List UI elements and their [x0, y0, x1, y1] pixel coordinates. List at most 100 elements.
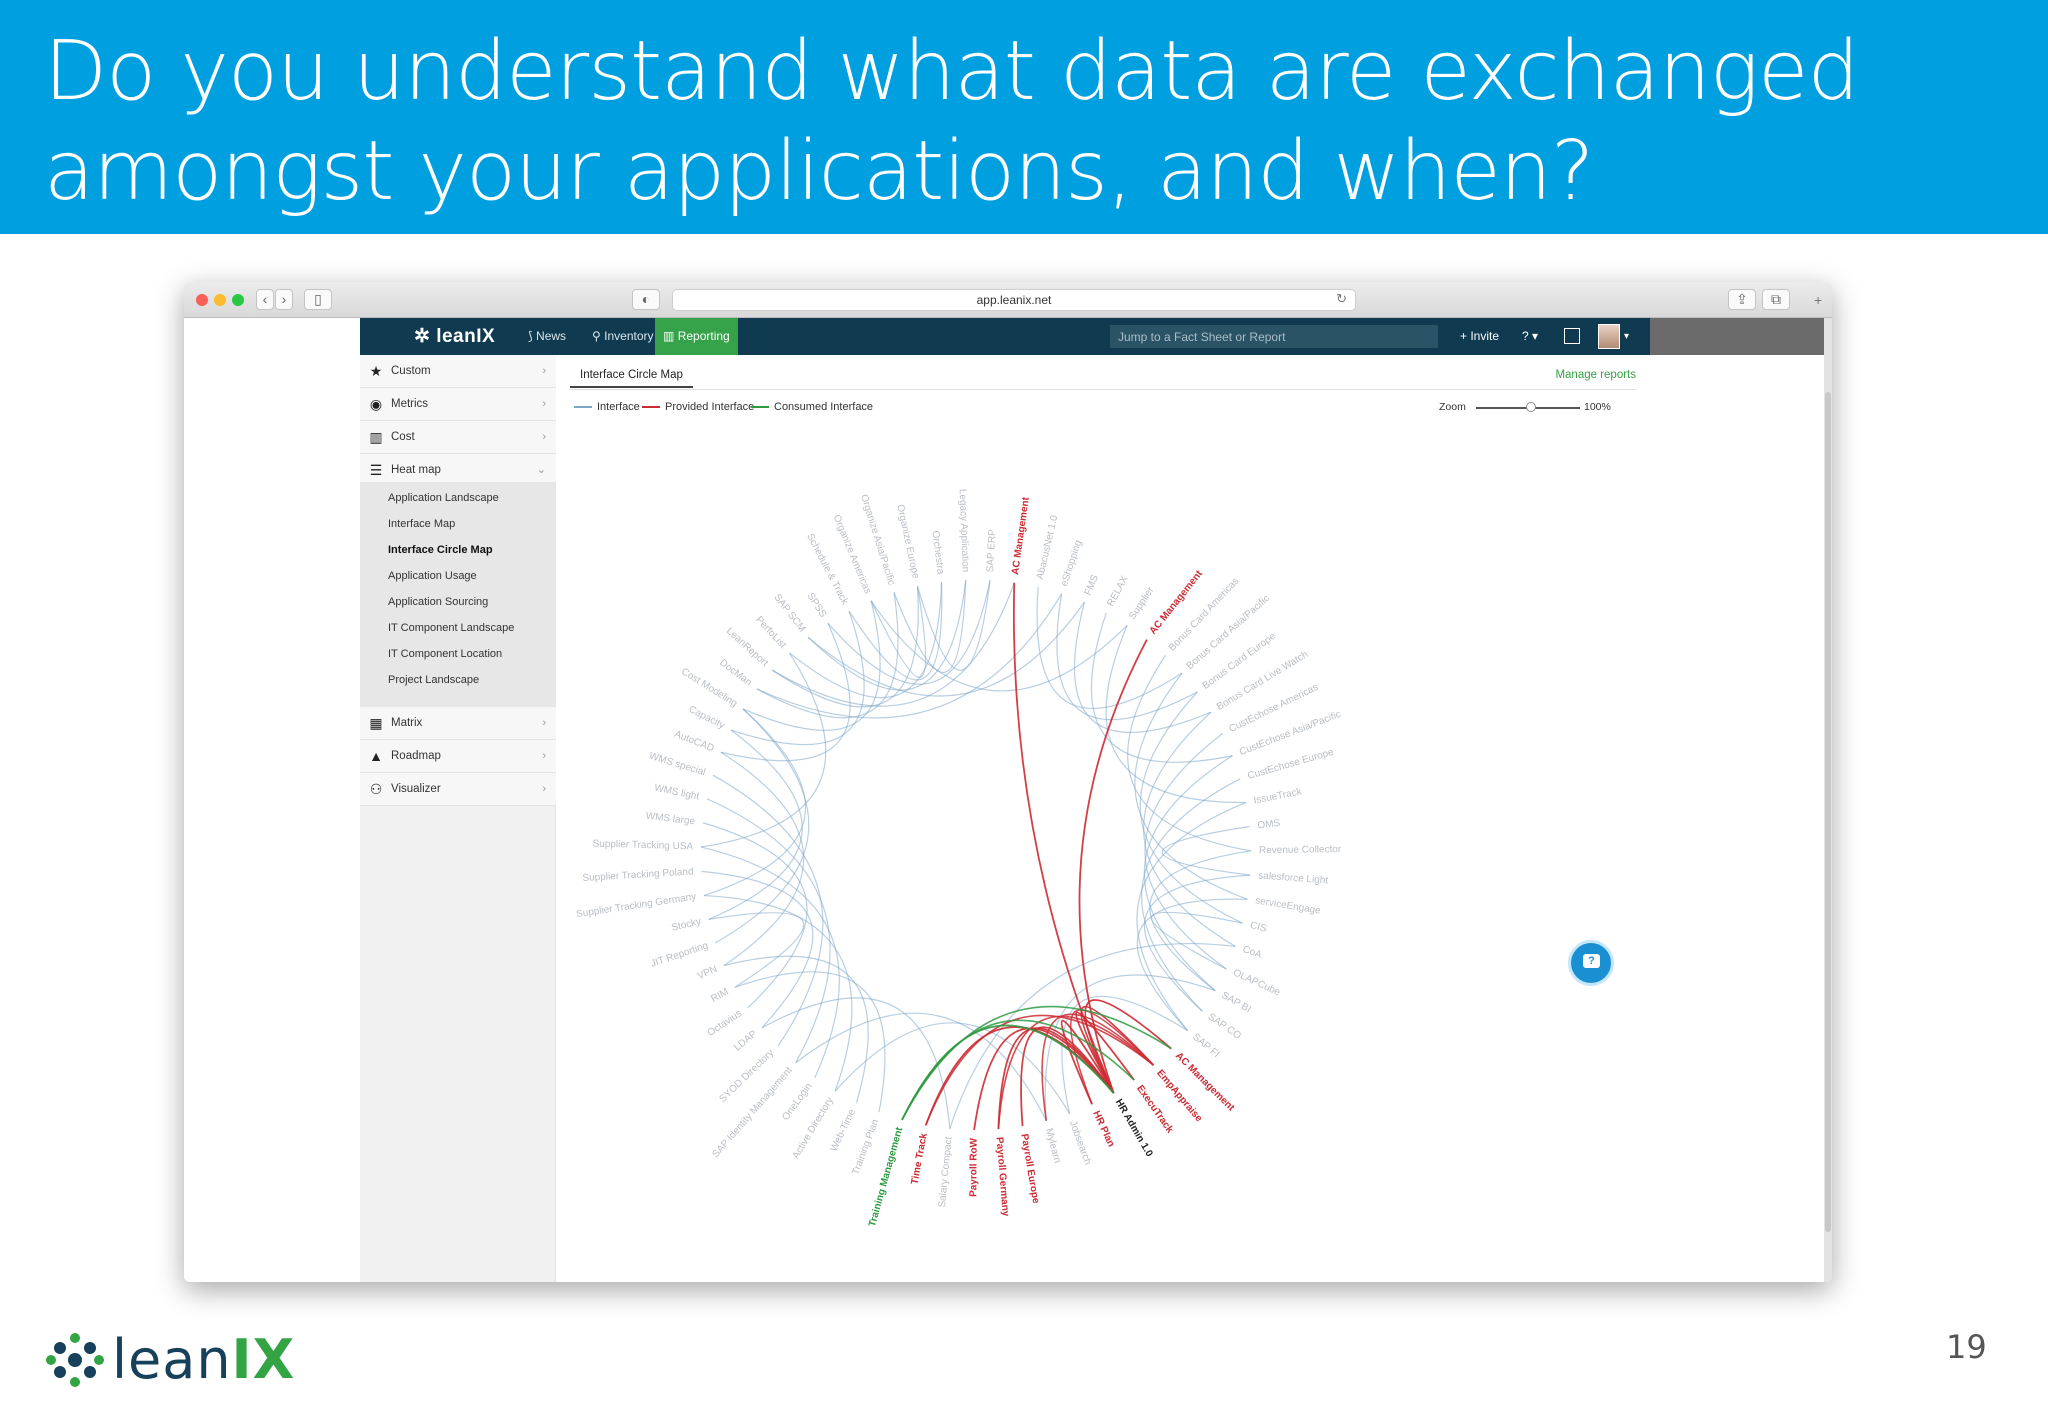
application-label[interactable]: FMS [1083, 573, 1102, 597]
interface-link[interactable] [701, 652, 827, 848]
application-label[interactable]: CoA [1241, 944, 1263, 961]
application-label[interactable]: SAP CO [1206, 1011, 1243, 1042]
application-label[interactable]: serviceEngage [1254, 895, 1321, 917]
application-label[interactable]: Stocky [670, 916, 702, 934]
fullscreen-icon[interactable] [1564, 328, 1580, 344]
sidebar-item-metrics[interactable]: ◉ Metrics › [360, 388, 556, 421]
submenu-interface-circle-map[interactable]: Interface Circle Map [388, 542, 493, 558]
application-label[interactable]: Supplier Tracking Poland [582, 866, 694, 884]
application-label[interactable]: DocMan [717, 657, 753, 688]
application-label[interactable]: SAP SCM [771, 592, 807, 634]
application-label[interactable]: AutoCAD [673, 729, 716, 755]
submenu-interface-map[interactable]: Interface Map [388, 516, 455, 532]
application-label[interactable]: PerfoList [753, 614, 788, 651]
submenu-application-landscape[interactable]: Application Landscape [388, 490, 499, 506]
application-label[interactable]: SAP ERP [985, 529, 998, 573]
application-label[interactable]: salesforce Light [1258, 870, 1329, 886]
url-bar[interactable]: app.leanix.net ↻ [672, 289, 1356, 311]
application-label[interactable]: RELAX [1105, 574, 1130, 608]
back-icon[interactable]: ‹ [256, 289, 274, 310]
application-label[interactable]: Bonus Card Asia/Pacific [1185, 593, 1272, 672]
application-label[interactable]: Training Plan [850, 1118, 881, 1177]
app-logo[interactable]: ✲ leanIX [414, 325, 495, 348]
application-label[interactable]: Revenue Collector [1259, 844, 1342, 856]
scrollbar-thumb[interactable] [1825, 392, 1831, 1232]
application-label[interactable]: WMS special [648, 751, 707, 778]
share-icon[interactable]: ⇪ [1728, 289, 1756, 310]
avatar[interactable] [1598, 324, 1620, 349]
zoom-slider-handle[interactable] [1526, 402, 1536, 412]
interface-link[interactable] [1127, 655, 1252, 852]
application-label[interactable]: OneLogin [780, 1081, 814, 1123]
application-label[interactable]: Payroll Germany [993, 1137, 1010, 1218]
application-label[interactable]: AC Management [1010, 496, 1032, 576]
interface-link[interactable] [834, 1022, 1071, 1114]
manage-reports-link[interactable]: Manage reports [1555, 363, 1636, 388]
submenu-it-component-location[interactable]: IT Component Location [388, 646, 502, 662]
application-label[interactable]: Bonus Card Americas [1167, 576, 1242, 654]
interface-link[interactable] [701, 870, 814, 1029]
application-label[interactable]: eShopping [1059, 539, 1084, 588]
nav-inventory[interactable]: ⚲ Inventory [584, 318, 662, 355]
application-label[interactable]: RIM [709, 986, 730, 1004]
application-label[interactable]: VPN [696, 964, 719, 982]
application-label[interactable]: SAP BI [1219, 990, 1252, 1015]
reader-icon[interactable]: ◐ [632, 289, 660, 310]
application-label[interactable]: Mylearn [1043, 1127, 1063, 1164]
submenu-project-landscape[interactable]: Project Landscape [388, 672, 479, 688]
application-label[interactable]: WMS large [645, 811, 696, 828]
application-label[interactable]: Organize Europe [894, 503, 921, 580]
interface-link[interactable] [756, 593, 1063, 719]
sidebar-item-matrix[interactable]: ▦ Matrix › [360, 707, 556, 740]
interface-link[interactable] [870, 600, 1128, 692]
application-label[interactable]: SAP FI [1190, 1032, 1221, 1061]
application-label[interactable]: Web-Time [828, 1107, 858, 1153]
help-icon[interactable]: ? ▾ [1522, 318, 1538, 355]
sidebar-toggle-icon[interactable]: ▯ [304, 289, 332, 310]
new-tab-icon[interactable]: + [1814, 292, 1822, 308]
reload-icon[interactable]: ↻ [1336, 291, 1347, 307]
interface-link[interactable] [1136, 898, 1248, 1032]
interface-link[interactable] [916, 580, 991, 671]
application-label[interactable]: CustEchose Europe [1246, 747, 1335, 782]
interface-link[interactable] [1151, 911, 1243, 970]
application-label[interactable]: Supplier Tracking Germany [575, 891, 696, 920]
sidebar-item-cost[interactable]: ▥ Cost › [360, 421, 556, 454]
submenu-application-sourcing[interactable]: Application Sourcing [388, 594, 488, 610]
nav-reporting[interactable]: ▥ Reporting [655, 318, 738, 355]
application-label[interactable]: Octavius [706, 1008, 744, 1039]
interface-link[interactable] [1056, 593, 1198, 721]
tabs-icon[interactable]: ⧉ [1762, 289, 1790, 310]
application-label[interactable]: Jobsearch [1067, 1119, 1093, 1166]
chat-button[interactable]: ? [1568, 940, 1614, 986]
application-label[interactable]: Salary Compact [937, 1136, 955, 1208]
application-label[interactable]: Legacy Application [957, 489, 971, 573]
application-label[interactable]: Payroll RoW [968, 1137, 979, 1197]
submenu-it-component-landscape[interactable]: IT Component Landscape [388, 620, 514, 636]
application-label[interactable]: Supplier [1127, 584, 1157, 621]
application-label[interactable]: Supplier Tracking USA [592, 839, 693, 853]
application-label[interactable]: Payroll Europe [1018, 1133, 1041, 1205]
application-label[interactable]: Orchestra [929, 530, 945, 575]
application-label[interactable]: Time Track [909, 1132, 929, 1186]
application-label[interactable]: OLAPCube [1231, 967, 1282, 998]
interface-link[interactable] [712, 774, 824, 1047]
application-label[interactable]: IssueTrack [1253, 786, 1304, 806]
tab-interface-circle-map[interactable]: Interface Circle Map [570, 363, 693, 388]
application-label[interactable]: SPSS [805, 591, 829, 620]
application-label[interactable]: Capacity [687, 704, 727, 731]
application-label[interactable]: WMS light [653, 783, 700, 803]
interface-link[interactable] [807, 601, 1085, 697]
application-label[interactable]: AbacusNet 1.0 [1035, 514, 1061, 581]
interface-link[interactable] [1161, 825, 1251, 876]
application-label[interactable]: HR Plan [1090, 1109, 1116, 1148]
invite-button[interactable]: + Invite [1460, 318, 1499, 355]
application-label[interactable]: CIS [1249, 920, 1268, 935]
application-label[interactable]: JIT Reporting [649, 940, 709, 970]
nav-news[interactable]: ⟆ News [520, 318, 574, 355]
close-window-icon[interactable] [196, 294, 208, 306]
jump-search-input[interactable] [1110, 325, 1438, 348]
sidebar-item-custom[interactable]: ★ Custom › [360, 355, 556, 388]
sidebar-item-roadmap[interactable]: ▲ Roadmap › [360, 740, 556, 773]
interface-circle-map[interactable]: AC Management AbacusNet 1.0eShoppingFMS RE… [556, 415, 1650, 1275]
